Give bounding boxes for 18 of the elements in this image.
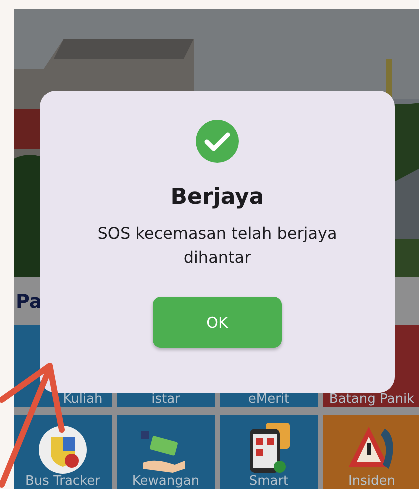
tile-label: istar: [152, 393, 180, 407]
menu-tile[interactable]: Insiden: [323, 415, 419, 489]
tile-label: eMerit: [248, 393, 290, 407]
tile-label: Batang Panik: [329, 393, 415, 407]
dialog-message: SOS kecemasan telah berjaya dihantar: [96, 223, 338, 269]
check-icon: [196, 120, 239, 163]
tile-label: Kewangan: [132, 475, 200, 489]
menu-tile[interactable]: Smart: [220, 415, 318, 489]
crest-icon: [38, 425, 88, 475]
dialog-title: Berjaya: [170, 185, 264, 210]
menu-tile[interactable]: Bus Tracker: [14, 415, 112, 489]
ok-button[interactable]: OK: [153, 297, 282, 348]
menu-tile[interactable]: Kewangan: [117, 415, 215, 489]
tile-label: Insiden: [348, 475, 396, 489]
section-title: Pa: [16, 291, 42, 313]
tile-label: Kuliah: [63, 393, 103, 407]
tile-label: Smart: [249, 475, 289, 489]
tile-label: Bus Tracker: [26, 475, 100, 489]
